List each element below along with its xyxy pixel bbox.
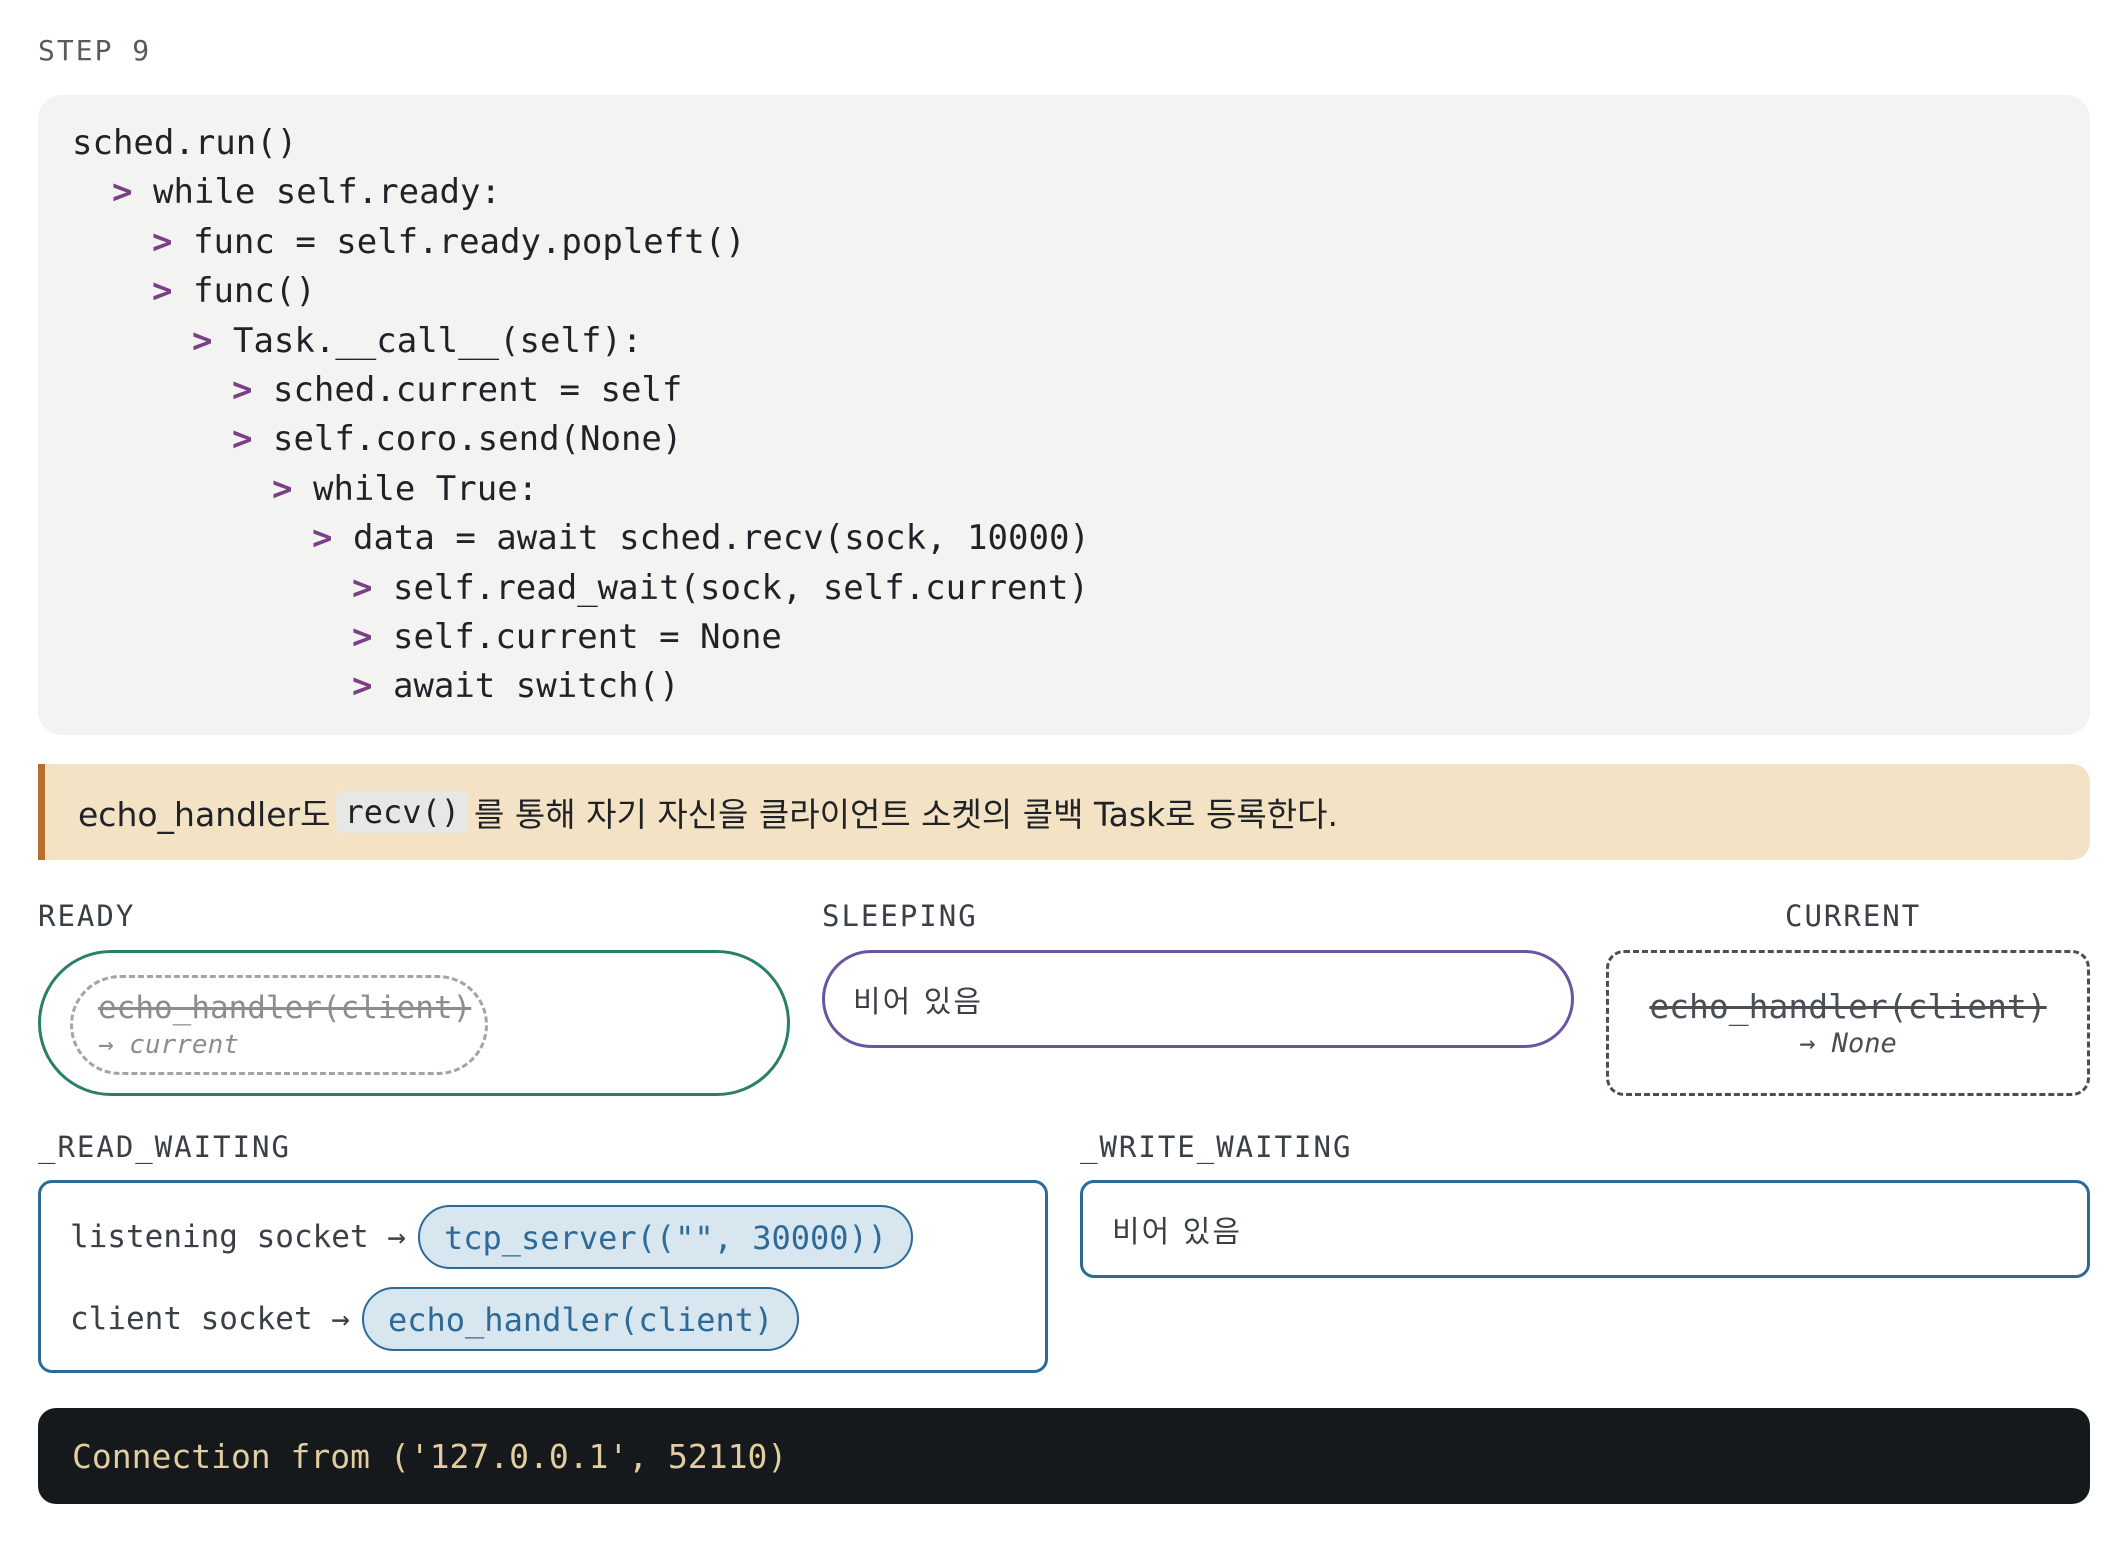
write-waiting-label: _WRITE_WAITING: [1080, 1130, 1353, 1164]
code-text: func(): [192, 271, 316, 312]
note-text-before: echo_handler도: [78, 795, 331, 834]
code-line: > func(): [72, 267, 2090, 316]
current-task: echo_handler(client) → None: [1606, 950, 2090, 1096]
code-arrow: >: [112, 172, 133, 213]
code-arrow: >: [192, 320, 213, 361]
code-arrow: >: [152, 271, 173, 312]
step-page: STEP 9 sched.run() > while self.ready: >…: [0, 0, 2120, 1562]
code-line: > Task.__call__(self):: [72, 317, 2090, 366]
read-waiting-key: listening socket →: [70, 1219, 406, 1255]
code-text: Task.__call__(self):: [232, 320, 643, 361]
current-task-name: echo_handler(client): [1649, 987, 2047, 1026]
code-line: sched.run(): [72, 119, 2090, 168]
explanation-note: echo_handler도 recv() 를 통해 자기 자신을 클라이언트 소…: [38, 764, 2090, 860]
code-text: sched.run(): [72, 123, 298, 163]
current-label: CURRENT: [1785, 899, 1922, 933]
sleeping-label: SLEEPING: [822, 899, 978, 933]
code-text: self.read_wait(sock, self.current): [392, 567, 1089, 608]
read-waiting-task-pill: echo_handler(client): [361, 1287, 800, 1351]
code-arrow: >: [272, 468, 293, 509]
code-text: sched.current = self: [272, 369, 683, 410]
code-line: > while True:: [72, 465, 2090, 514]
code-text: data = await sched.recv(sock, 10000): [352, 518, 1090, 559]
read-waiting-row: client socket → echo_handler(client): [70, 1287, 800, 1351]
ready-task-name: echo_handler(client): [98, 990, 472, 1026]
code-arrow: >: [232, 419, 253, 460]
note-inline-code: recv(): [336, 791, 469, 833]
note-text-after: 를 통해 자기 자신을 클라이언트 소켓의 콜백 Task로 등록한다.: [474, 795, 1338, 834]
code-text: while self.ready:: [152, 172, 501, 213]
current-task-note: → None: [1799, 1028, 1897, 1059]
code-text: func = self.ready.popleft(): [192, 221, 746, 262]
code-arrow: >: [312, 518, 333, 559]
code-line: > await switch(): [72, 662, 2090, 711]
code-arrow: >: [352, 567, 373, 608]
read-waiting-key: client socket →: [70, 1301, 350, 1337]
write-waiting-map: 비어 있음: [1080, 1180, 2090, 1278]
code-line: > sched.current = self: [72, 366, 2090, 415]
code-line: > self.coro.send(None): [72, 415, 2090, 464]
code-arrow: >: [352, 666, 373, 707]
read-waiting-row: listening socket → tcp_server(("", 30000)…: [70, 1205, 914, 1269]
code-arrow: >: [352, 616, 373, 657]
read-waiting-map: listening socket → tcp_server(("", 30000)…: [38, 1180, 1048, 1373]
ready-task-note: → current: [98, 1030, 239, 1060]
terminal-output: Connection from ('127.0.0.1', 52110): [38, 1408, 2090, 1504]
code-panel: sched.run() > while self.ready: > func =…: [38, 95, 2090, 735]
sleeping-queue: 비어 있음: [822, 950, 1574, 1048]
code-line: > data = await sched.recv(sock, 10000): [72, 514, 2090, 563]
code-text: self.current = None: [392, 616, 782, 657]
code-text: while True:: [312, 468, 539, 509]
code-line: > while self.ready:: [72, 168, 2090, 217]
ready-queue: echo_handler(client) → current: [38, 950, 790, 1096]
code-line: > self.read_wait(sock, self.current): [72, 564, 2090, 613]
code-text: await switch(): [392, 666, 680, 707]
code-line: > func = self.ready.popleft(): [72, 218, 2090, 267]
step-label: STEP 9: [38, 34, 152, 67]
write-waiting-empty-text: 비어 있음: [1112, 1215, 1242, 1250]
code-line: > self.current = None: [72, 613, 2090, 662]
ready-task-chip: echo_handler(client) → current: [70, 975, 488, 1075]
code-arrow: >: [232, 369, 253, 410]
code-arrow: >: [152, 221, 173, 262]
read-waiting-label: _READ_WAITING: [38, 1130, 291, 1164]
read-waiting-task-pill: tcp_server(("", 30000)): [417, 1205, 914, 1269]
ready-label: READY: [38, 899, 136, 933]
code-text: self.coro.send(None): [272, 419, 683, 460]
sleeping-empty-text: 비어 있음: [853, 985, 983, 1020]
terminal-output-line: Connection from ('127.0.0.1', 52110): [72, 1436, 788, 1476]
